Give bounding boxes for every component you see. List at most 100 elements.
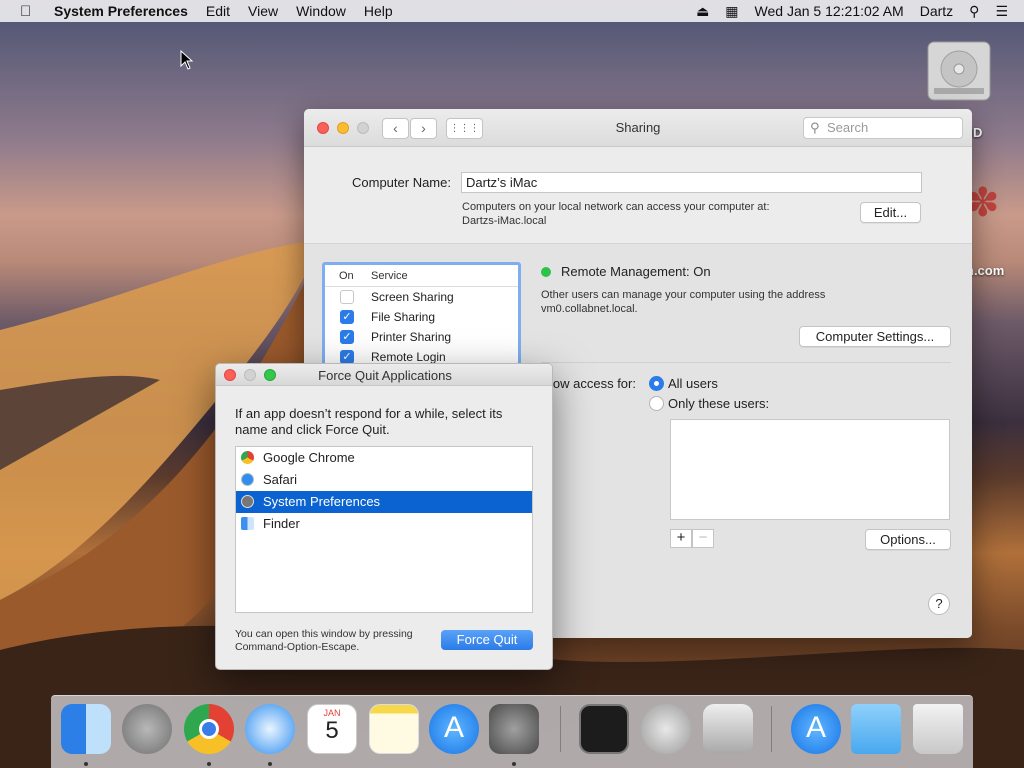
chrome-icon (241, 451, 254, 464)
service-row-screen-sharing[interactable]: Screen Sharing (325, 287, 518, 307)
force-quit-titlebar: Force Quit Applications (216, 364, 552, 386)
app-name: Safari (263, 472, 297, 487)
screen-sharing-checkbox[interactable] (340, 290, 354, 304)
safari-icon[interactable] (245, 704, 295, 754)
system-information-icon[interactable] (641, 704, 691, 754)
app-row-system-preferences[interactable]: System Preferences (236, 491, 532, 513)
network-note-line1: Computers on your local network can acce… (462, 201, 770, 213)
menu-bar:  System Preferences Edit View Window He… (0, 0, 1024, 22)
services-list[interactable]: On Service Screen Sharing ✓ File Sharing… (322, 262, 521, 372)
sharing-titlebar: ‹ › ⋮⋮⋮ Sharing ⚲ Search (304, 109, 972, 147)
notification-center-icon[interactable]: ☰ (995, 3, 1008, 20)
search-input[interactable]: ⚲ Search (803, 117, 963, 139)
divider (541, 362, 951, 363)
activity-monitor-icon[interactable] (579, 704, 629, 754)
app-name: System Preferences (263, 494, 381, 509)
disk-utility-icon[interactable] (703, 704, 753, 754)
chrome-icon[interactable] (184, 704, 234, 754)
service-row-printer-sharing[interactable]: ✓ Printer Sharing (325, 327, 518, 347)
shortcut-note-line2: Command-Option-Escape. (235, 641, 360, 653)
services-header: On Service (325, 265, 518, 287)
app-name: Finder (263, 516, 300, 531)
app-store-icon[interactable]: A (429, 704, 479, 754)
app-store-icon[interactable]: A (791, 704, 841, 754)
all-users-radio[interactable] (649, 376, 664, 391)
calendar-day: 5 (325, 717, 339, 744)
service-label: Screen Sharing (371, 290, 454, 304)
app-list[interactable]: Google Chrome Safari System Preferences … (235, 446, 533, 613)
finder-icon (241, 517, 254, 530)
menu-edit[interactable]: Edit (206, 3, 230, 19)
status-description: Other users can manage your computer usi… (541, 289, 826, 301)
edit-button[interactable]: Edit... (860, 202, 921, 223)
force-quit-button[interactable]: Force Quit (441, 630, 533, 650)
running-indicator (512, 762, 516, 766)
computer-name-section: Computer Name: Dartz’s iMac Computers on… (304, 147, 972, 244)
status-address: vm0.collabnet.local. (541, 303, 638, 315)
help-button[interactable]: ? (928, 593, 950, 615)
running-indicator (84, 762, 88, 766)
menu-window[interactable]: Window (296, 3, 346, 19)
dock-separator (560, 706, 561, 752)
only-these-users-radio[interactable] (649, 396, 664, 411)
menu-help[interactable]: Help (364, 3, 393, 19)
add-user-button[interactable]: + (670, 529, 692, 548)
keyboard-viewer-icon[interactable]: ▦ (725, 3, 738, 20)
computer-name-label: Computer Name: (352, 175, 451, 190)
dock: JAN 5 A A (51, 695, 973, 768)
remove-user-button[interactable]: − (692, 529, 714, 548)
search-icon: ⚲ (810, 120, 820, 135)
apple-menu-icon[interactable]:  (20, 3, 40, 20)
users-list[interactable] (670, 419, 950, 520)
service-label: Printer Sharing (371, 330, 452, 344)
status-on-icon (541, 267, 551, 277)
system-preferences-icon (241, 495, 254, 508)
computer-settings-button[interactable]: Computer Settings... (799, 326, 951, 347)
running-indicator (268, 762, 272, 766)
trash-icon[interactable] (913, 704, 963, 754)
network-address: Dartzs-iMac.local (462, 215, 547, 227)
search-placeholder: Search (827, 120, 869, 135)
all-users-label[interactable]: All users (668, 376, 718, 391)
service-label: Remote Login (371, 350, 446, 364)
app-row-finder[interactable]: Finder (236, 513, 532, 535)
service-label: File Sharing (371, 310, 436, 324)
only-these-users-label[interactable]: Only these users: (668, 396, 769, 411)
running-indicator (207, 762, 211, 766)
app-row-google-chrome[interactable]: Google Chrome (236, 447, 532, 469)
safari-icon (241, 473, 254, 486)
calendar-icon[interactable]: JAN 5 (307, 704, 357, 754)
shortcut-note: You can open this window by pressing Com… (235, 628, 413, 654)
menu-app-name[interactable]: System Preferences (54, 3, 188, 19)
app-row-safari[interactable]: Safari (236, 469, 532, 491)
options-button[interactable]: Options... (865, 529, 951, 550)
file-sharing-checkbox[interactable]: ✓ (340, 310, 354, 324)
force-quit-window: Force Quit Applications If an app doesn’… (215, 363, 553, 670)
computer-name-field[interactable]: Dartz’s iMac (461, 172, 922, 193)
remote-management-status: Remote Management: On (561, 264, 711, 279)
chrome-center (199, 719, 219, 739)
shortcut-note-line1: You can open this window by pressing (235, 628, 413, 640)
remote-login-checkbox[interactable]: ✓ (340, 350, 354, 364)
notes-icon[interactable] (369, 704, 419, 754)
force-quit-description: If an app doesn’t respond for a while, s… (235, 406, 503, 437)
menu-view[interactable]: View (248, 3, 278, 19)
force-quit-title: Force Quit Applications (318, 368, 452, 383)
spotlight-search-icon[interactable]: ⚲ (969, 3, 979, 20)
launchpad-icon[interactable] (122, 704, 172, 754)
header-on: On (339, 270, 354, 282)
menu-extras: ⏏ ▦ Wed Jan 5 12:21:02 AM Dartz ⚲ ☰ (696, 0, 1024, 22)
app-name: Google Chrome (263, 450, 355, 465)
user-menu[interactable]: Dartz (920, 3, 953, 19)
header-service: Service (371, 270, 408, 282)
mouse-cursor-icon (180, 50, 194, 70)
eject-icon[interactable]: ⏏ (696, 3, 709, 20)
finder-icon[interactable] (61, 704, 111, 754)
printer-sharing-checkbox[interactable]: ✓ (340, 330, 354, 344)
system-preferences-icon[interactable] (489, 704, 539, 754)
service-row-file-sharing[interactable]: ✓ File Sharing (325, 307, 518, 327)
hard-drive-icon[interactable] (922, 34, 996, 108)
clock[interactable]: Wed Jan 5 12:21:02 AM (755, 3, 904, 19)
downloads-folder-icon[interactable] (851, 704, 901, 754)
dock-separator (771, 706, 772, 752)
